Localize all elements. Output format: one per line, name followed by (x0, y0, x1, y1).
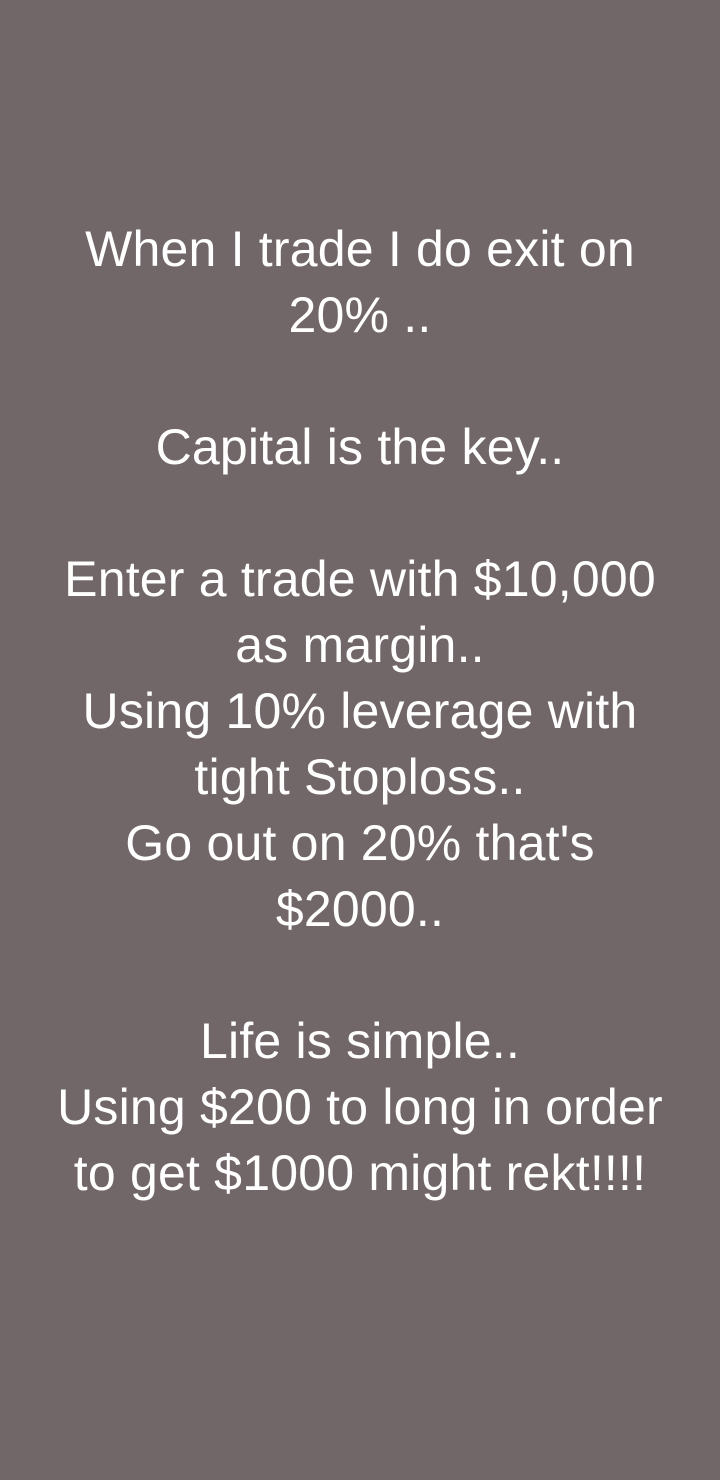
text-line: as margin.. (235, 617, 485, 673)
text-line: Using $200 to long in order (57, 1079, 663, 1135)
paragraph-trade-example: Enter a trade with $10,000 as margin.. U… (0, 546, 720, 942)
paragraph-conclusion: Life is simple.. Using $200 to long in o… (0, 1008, 720, 1206)
text-line: $2000.. (275, 881, 445, 937)
text-line: Life is simple.. (200, 1013, 520, 1069)
text-post-background: When I trade I do exit on 20% .. Capital… (0, 0, 720, 1480)
text-line: Using 10% leverage with (82, 683, 638, 739)
paragraph-capital: Capital is the key.. (0, 414, 720, 480)
text-line: Capital is the key.. (155, 419, 565, 475)
text-line: Go out on 20% that's (125, 815, 595, 871)
text-line: Enter a trade with $10,000 (64, 551, 656, 607)
paragraph-exit-rule: When I trade I do exit on 20% .. (0, 216, 720, 348)
text-line: 20% .. (288, 287, 432, 343)
text-line: tight Stoploss.. (194, 749, 526, 805)
text-line: to get $1000 might rekt!!!! (73, 1145, 647, 1201)
text-line: When I trade I do exit on (85, 221, 635, 277)
text-post-body: When I trade I do exit on 20% .. Capital… (0, 216, 720, 1206)
